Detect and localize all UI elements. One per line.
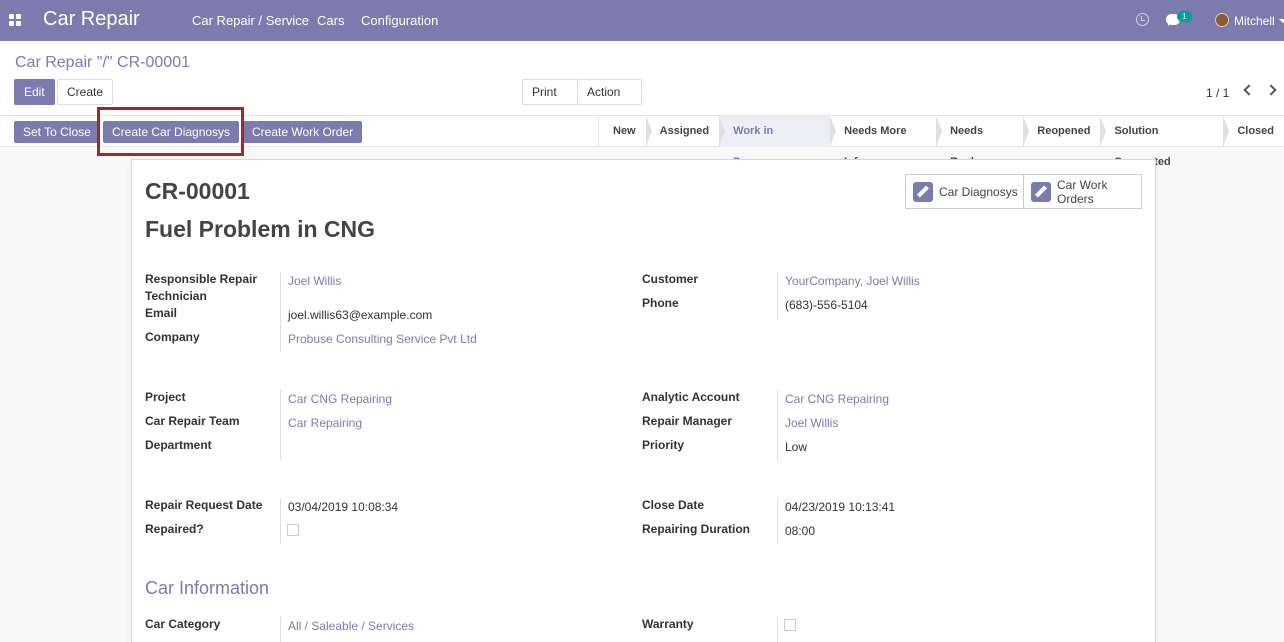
messages-count-badge: 1 (1177, 11, 1192, 22)
divider (777, 390, 778, 460)
warranty-checkbox[interactable] (784, 619, 796, 631)
stage-needs-reply[interactable]: Needs Reply (936, 116, 1030, 168)
label-team: Car Repair Team (145, 414, 240, 428)
record-title: Fuel Problem in CNG (145, 216, 376, 242)
car-diagnosys-label: Car Diagnosys (939, 184, 1018, 199)
label-phone: Phone (642, 296, 679, 310)
value-project[interactable]: Car CNG Repairing (288, 392, 392, 406)
stage-new[interactable]: New (599, 116, 652, 147)
label-close-date: Close Date (642, 498, 705, 512)
label-warranty: Warranty (642, 617, 694, 631)
pager-previous-icon[interactable] (1243, 84, 1255, 96)
value-customer[interactable]: YourCompany, Joel Willis (785, 274, 920, 288)
value-team[interactable]: Car Repairing (288, 416, 362, 430)
value-car-category[interactable]: All / Saleable / Services (288, 619, 414, 633)
divider (280, 498, 281, 544)
value-email: joel.willis63@example.com (288, 308, 433, 322)
stage-work-in-progress[interactable]: Work in Progress (719, 116, 837, 168)
top-navbar: Car Repair Car Repair / Service Cars Con… (0, 0, 1284, 41)
value-repairing-duration: 08:00 (785, 524, 816, 538)
stage-needs-more-info[interactable]: Needs More Info (830, 116, 942, 168)
breadcrumb[interactable]: Car Repair "/" CR-00001 (15, 54, 190, 72)
pencil-icon (1031, 181, 1051, 202)
menu-car-repair-service[interactable]: Car Repair / Service (192, 13, 309, 28)
label-repairing-duration: Repairing Duration (642, 522, 751, 536)
edit-button[interactable]: Edit (14, 79, 55, 105)
create-button[interactable]: Create (57, 79, 114, 105)
car-work-orders-label: Car Work Orders (1057, 177, 1108, 206)
divider (280, 617, 281, 642)
label-company: Company (145, 330, 200, 344)
app-name[interactable]: Car Repair (43, 8, 140, 31)
value-company[interactable]: Probuse Consulting Service Pvt Ltd (288, 332, 477, 346)
user-avatar[interactable] (1215, 13, 1229, 27)
create-work-order-button[interactable]: Create Work Order (243, 121, 363, 143)
value-technician[interactable]: Joel Willis (288, 274, 341, 288)
value-analytic-account[interactable]: Car CNG Repairing (785, 392, 889, 406)
stage-reopened[interactable]: Reopened (1023, 116, 1107, 147)
label-email: Email (145, 306, 178, 320)
car-diagnosys-smart-button[interactable]: Car Diagnosys (906, 175, 1023, 208)
section-car-information: Car Information (145, 578, 270, 598)
label-request-date: Repair Request Date (145, 498, 263, 512)
label-repaired: Repaired? (145, 522, 204, 536)
stage-closed[interactable]: Closed (1223, 116, 1284, 147)
repaired-checkbox[interactable] (287, 524, 299, 536)
label-technician: Responsible Repair Technician (145, 272, 258, 303)
menu-configuration[interactable]: Configuration (361, 13, 438, 28)
value-repair-manager[interactable]: Joel Willis (785, 416, 838, 430)
smart-buttons: Car Diagnosys Car Work Orders (905, 174, 1142, 209)
user-caret-icon[interactable] (1279, 19, 1284, 23)
print-dropdown[interactable]: Print (522, 79, 578, 119)
label-project: Project (145, 390, 186, 404)
activity-clock-icon[interactable] (1136, 13, 1149, 26)
pager-value[interactable]: 1 / 1 (1206, 86, 1229, 100)
value-request-date: 03/04/2019 10:08:34 (288, 500, 399, 514)
pencil-icon (913, 181, 933, 202)
label-department: Department (145, 438, 212, 452)
control-panel: Car Repair "/" CR-00001 Edit Create Prin… (0, 41, 1284, 119)
value-priority: Low (785, 440, 808, 454)
action-dropdown[interactable]: Action (577, 79, 642, 119)
set-to-close-button[interactable]: Set To Close (14, 121, 100, 143)
menu-cars[interactable]: Cars (317, 13, 344, 28)
divider (280, 390, 281, 460)
label-priority: Priority (642, 438, 685, 452)
stage-solution-suggested[interactable]: Solution Suggested (1100, 116, 1230, 168)
highlight-box (97, 107, 244, 156)
apps-menu-icon[interactable] (9, 14, 21, 26)
value-close-date: 04/23/2019 10:13:41 (785, 500, 896, 514)
label-repair-manager: Repair Manager (642, 414, 733, 428)
label-customer: Customer (642, 272, 699, 286)
divider (777, 498, 778, 544)
label-car-category: Car Category (145, 617, 221, 631)
stage-pipeline: New Assigned Work in Progress Needs More… (598, 116, 1284, 168)
divider (777, 272, 778, 320)
divider (777, 617, 778, 642)
divider (280, 272, 281, 352)
car-work-orders-smart-button[interactable]: Car Work Orders (1023, 175, 1141, 208)
record-code: CR-00001 (145, 178, 250, 204)
user-name[interactable]: Mitchell (1234, 14, 1275, 28)
value-phone: (683)-556-5104 (785, 298, 868, 312)
action-label: Action (587, 85, 621, 99)
label-analytic-account: Analytic Account (642, 390, 740, 404)
print-label: Print (532, 85, 557, 99)
pager-next-icon[interactable] (1265, 84, 1277, 96)
stage-assigned[interactable]: Assigned (646, 116, 725, 147)
